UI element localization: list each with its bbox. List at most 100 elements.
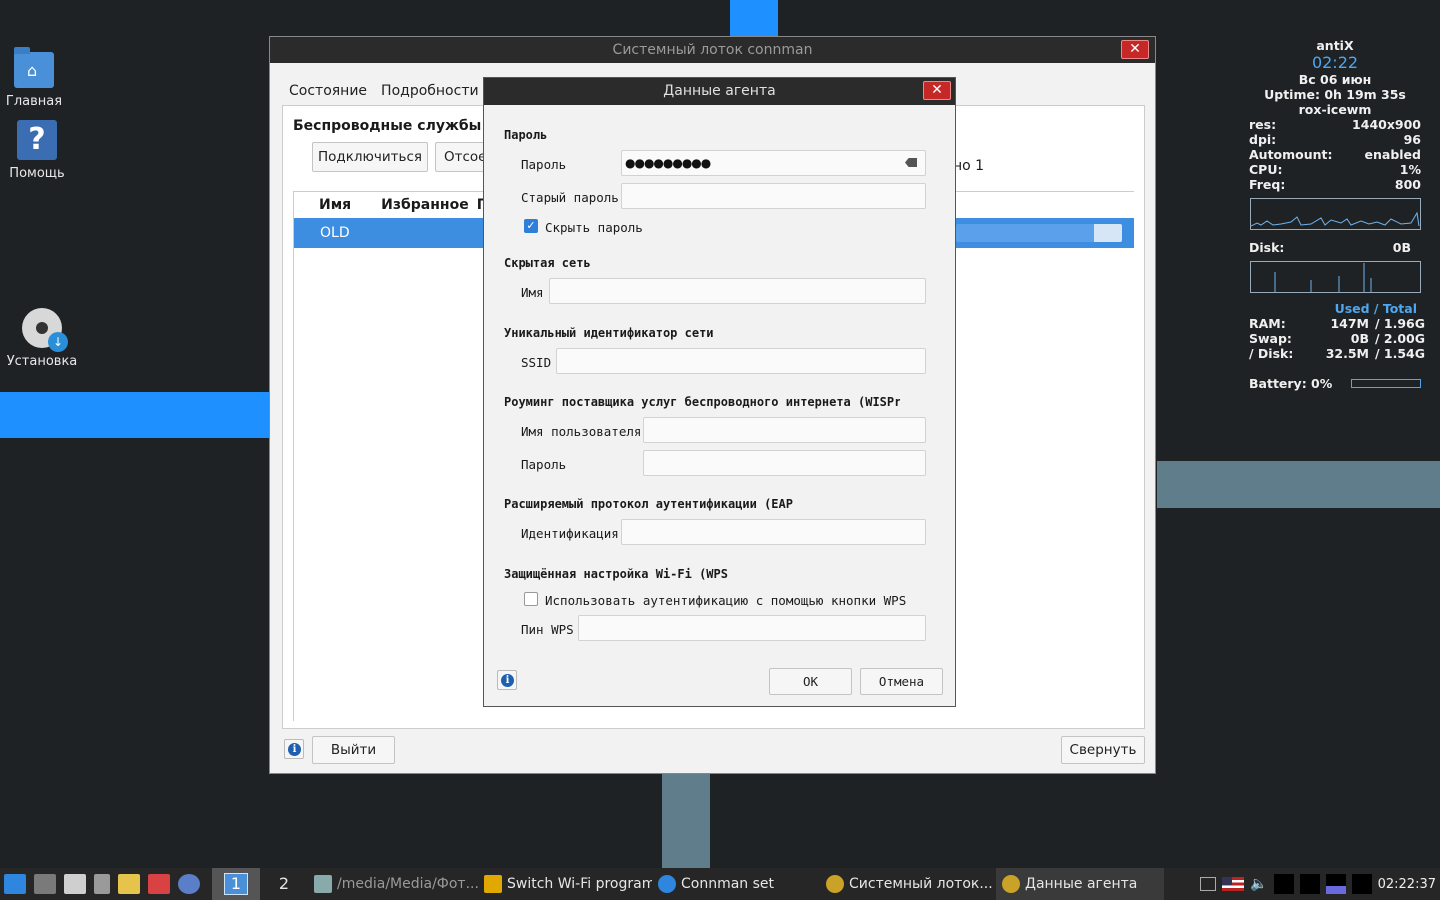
- tab-status[interactable]: Состояние: [282, 79, 374, 104]
- section-eap: Расширяемый протокол аутентификации (EAP: [504, 497, 793, 511]
- used-total-header: Used / Total: [1334, 301, 1417, 316]
- identity-input[interactable]: [621, 519, 926, 545]
- hide-password-checkbox[interactable]: ✓: [524, 219, 538, 233]
- connman-icon: [1002, 875, 1020, 893]
- clock: 02:22:37: [1377, 876, 1436, 892]
- file-manager-icon[interactable]: [64, 874, 86, 894]
- info-button[interactable]: i: [284, 739, 304, 759]
- tab-details[interactable]: Подробности: [374, 79, 486, 104]
- status-text: но 1: [953, 158, 985, 174]
- monitor-row: dpi: 96: [1249, 132, 1421, 147]
- close-icon: ✕: [1129, 41, 1141, 57]
- task-file-manager[interactable]: /media/Media/Фот...: [308, 868, 478, 900]
- wps-pin-label: Пин WPS: [521, 622, 574, 637]
- disk-graph: [1250, 261, 1421, 293]
- cancel-button[interactable]: Отмена: [860, 668, 943, 695]
- workspace-1[interactable]: 1: [212, 868, 260, 900]
- task-agent-data[interactable]: Данные агента: [996, 868, 1164, 900]
- section-password: Пароль: [504, 128, 548, 142]
- desktop-decoration: [0, 392, 270, 438]
- close-icon: ✕: [931, 82, 943, 98]
- column-header[interactable]: Имя: [294, 192, 351, 218]
- memory-table: RAM: 147M/ 1.96G Swap: 0B/ 2.00G / Disk: 32…: [1249, 316, 1425, 361]
- exit-button[interactable]: Выйти: [312, 736, 395, 764]
- taskbar: 1 2 /media/Media/Фот... Switch Wi-Fi pro…: [0, 868, 1440, 900]
- help-icon: ?: [17, 120, 57, 160]
- service-name: OLD: [320, 225, 350, 241]
- password-value: ●●●●●●●●●: [625, 156, 711, 170]
- monitor-date: Вс 06 июн: [1298, 72, 1372, 87]
- wps-button-checkbox[interactable]: [524, 592, 538, 606]
- desktop-decoration: [1157, 461, 1440, 508]
- desktop-decoration: [662, 774, 710, 868]
- task-switch-wifi[interactable]: Switch Wi-Fi program: [478, 868, 652, 900]
- monitor-wm: rox-icewm: [1298, 102, 1372, 117]
- ok-button[interactable]: OK: [769, 668, 852, 695]
- username-input[interactable]: [643, 417, 926, 443]
- battery-row: Battery: 0%: [1245, 376, 1425, 391]
- wifi-program-icon: [484, 875, 502, 893]
- section-ssid: Уникальный идентификатор сети: [504, 326, 714, 340]
- info-icon: i: [501, 674, 514, 687]
- system-tray: 🔈 02:22:37: [1200, 874, 1440, 894]
- dialog-title: Данные агента: [663, 83, 776, 99]
- home-folder-icon: ⌂: [14, 47, 54, 88]
- password-label: Пароль: [521, 157, 567, 172]
- window-title: Системный лоток connman: [612, 42, 813, 58]
- wispr-password-label: Пароль: [521, 457, 567, 472]
- close-window-button[interactable]: ✕: [1121, 40, 1149, 59]
- minimize-button[interactable]: Свернуть: [1061, 736, 1145, 764]
- show-desktop-icon[interactable]: [34, 874, 56, 894]
- monitor-row: Automount: enabled: [1249, 147, 1421, 162]
- old-password-label: Старый пароль: [521, 190, 619, 205]
- clear-icon[interactable]: [905, 158, 917, 167]
- desktop-icon-label: Установка: [6, 354, 78, 369]
- monitor-row: Freq: 800: [1249, 177, 1421, 192]
- disk-row: Disk: 0B: [1249, 240, 1411, 255]
- ssid-input[interactable]: [556, 348, 926, 374]
- install-disc-icon: ↓: [22, 308, 68, 352]
- keyboard-layout-flag-icon[interactable]: [1222, 877, 1245, 891]
- volume-icon[interactable]: 🔈: [1250, 876, 1267, 892]
- wps-pin-input[interactable]: [578, 615, 926, 641]
- cpu-graph: [1250, 198, 1421, 230]
- old-password-input[interactable]: [621, 183, 926, 209]
- system-monitor: antiX 02:22 Вс 06 июн Uptime: 0h 19m 35s…: [1245, 38, 1425, 391]
- notes-icon[interactable]: [94, 874, 110, 894]
- connect-button[interactable]: Подключиться: [312, 142, 428, 172]
- desktop-icon-home[interactable]: ⌂ Главная: [0, 47, 74, 109]
- hostname: antiX: [1316, 38, 1354, 53]
- task-connman-set[interactable]: Connman set: [652, 868, 820, 900]
- name-input[interactable]: [549, 278, 926, 304]
- browser-icon[interactable]: [178, 874, 200, 894]
- section-hidden-network: Скрытая сеть: [504, 256, 591, 270]
- desktop-icon-label: Главная: [5, 94, 63, 109]
- name-label: Имя: [521, 285, 544, 300]
- start-menu-icon[interactable]: [4, 874, 26, 894]
- cpu-monitor-icon: [1273, 874, 1294, 894]
- password-input[interactable]: ●●●●●●●●●: [621, 150, 926, 176]
- editor-icon[interactable]: [118, 874, 140, 894]
- swap-monitor-icon: [1325, 874, 1346, 894]
- monitor-row: res: 1440x900: [1249, 117, 1421, 132]
- memory-monitor-icon: [1299, 874, 1320, 894]
- window-titlebar[interactable]: Системный лоток connman ✕: [270, 37, 1155, 63]
- dialog-titlebar[interactable]: Данные агента ✕: [484, 78, 955, 105]
- desktop-decoration: [730, 0, 778, 36]
- dialog-info-button[interactable]: i: [497, 670, 517, 690]
- wps-button-label: Использовать аутентификацию с помощью кн…: [545, 593, 907, 608]
- desktop-icon-help[interactable]: ? Помощь: [0, 120, 77, 181]
- wispr-password-input[interactable]: [643, 450, 926, 476]
- desktop-icon-install[interactable]: ↓ Установка: [2, 308, 82, 369]
- username-label: Имя пользователя: [521, 424, 642, 439]
- close-dialog-button[interactable]: ✕: [923, 81, 951, 100]
- folder-icon[interactable]: [148, 874, 170, 894]
- section-wispr: Роуминг поставщика услуг беспроводного и…: [504, 395, 900, 409]
- column-header[interactable]: Избранное: [381, 192, 469, 218]
- monitor-uptime: Uptime: 0h 19m 35s: [1264, 87, 1406, 102]
- section-wps: Защищённая настройка Wi-Fi (WPS: [504, 567, 728, 581]
- agent-dialog: Данные агента ✕ Пароль Пароль ●●●●●●●●● …: [483, 77, 956, 707]
- task-system-tray[interactable]: Системный лоток...: [820, 868, 996, 900]
- network-icon[interactable]: [1200, 877, 1217, 891]
- workspace-2[interactable]: 2: [260, 868, 308, 900]
